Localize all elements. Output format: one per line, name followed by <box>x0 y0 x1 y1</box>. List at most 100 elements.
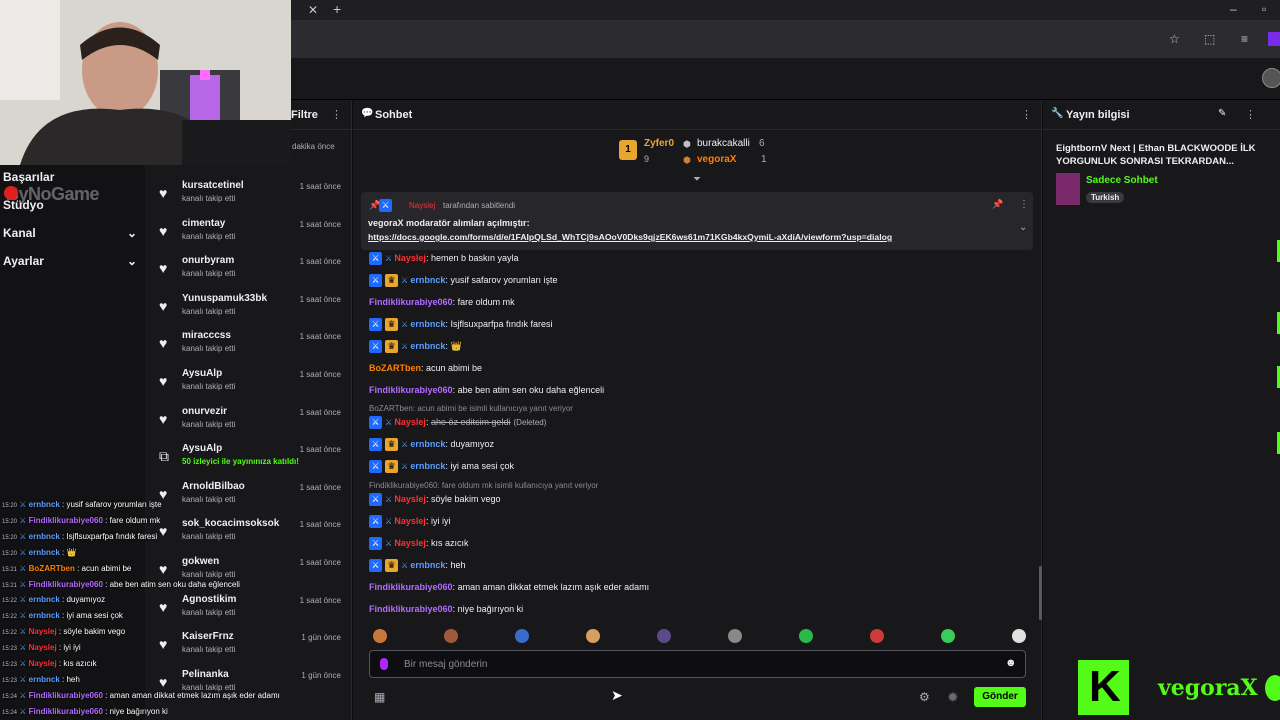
maximize-icon[interactable]: ▫ <box>1262 2 1266 16</box>
activity-item[interactable]: ♥ sok_kocacimsoksok kanalı takip etti 1 saa… <box>145 518 352 555</box>
bookmark-star-icon[interactable]: ☆ <box>1169 32 1180 46</box>
activity-username[interactable]: Yunuspamuk33bk <box>182 293 267 304</box>
more-options-icon[interactable]: ⋮ <box>331 108 342 121</box>
activity-item[interactable]: ♥ onurbyram kanalı takip etti 1 saat önce <box>145 255 352 292</box>
chat-message[interactable]: BoZARTben: acun abimi be <box>369 362 482 374</box>
chat-username[interactable]: ernbnck <box>410 560 445 570</box>
activity-item[interactable]: ♥ onurvezir kanalı takip etti 1 saat önce <box>145 406 352 443</box>
extensions-icon[interactable]: ⬚ <box>1204 32 1215 46</box>
emote-icon[interactable] <box>870 629 884 643</box>
activity-item[interactable]: ♥ Agnostikim kanalı takip etti 1 saat önce <box>145 594 352 631</box>
emote-icon[interactable] <box>586 629 600 643</box>
emote-icon[interactable] <box>657 629 671 643</box>
emote-icon[interactable] <box>799 629 813 643</box>
leaderboard-user[interactable]: vegoraX <box>697 154 736 165</box>
chat-message[interactable]: ⚔ ⚔ Nayslej: hemen b baskın yayla <box>369 252 519 266</box>
profile-icon[interactable] <box>1262 68 1280 88</box>
chat-message[interactable]: Findiklikurabiye060: niye bağırıyon ki <box>369 603 523 615</box>
chat-message[interactable]: ⚔ ♛ ⚔ ernbnck: yusif safarov yorumları işt… <box>369 274 557 288</box>
chat-username[interactable]: Nayslej <box>394 417 426 427</box>
chat-username[interactable]: Findiklikurabiye060 <box>369 604 453 614</box>
chat-username[interactable]: BoZARTben <box>369 363 421 373</box>
leaderboard-user[interactable]: Zyfer0 <box>644 138 674 149</box>
pinned-link[interactable]: https://docs.google.com/forms/d/e/1FAIpQ… <box>368 232 892 242</box>
filter-button[interactable]: Filtre <box>291 109 318 121</box>
activity-username[interactable]: cimentay <box>182 218 225 229</box>
chat-message[interactable]: ⚔ ⚔ Nayslej: kıs azıcık <box>369 537 468 551</box>
activity-username[interactable]: sok_kocacimsoksok <box>182 518 279 529</box>
send-button[interactable]: Gönder <box>974 687 1026 707</box>
activity-username[interactable]: KaiserFrnz <box>182 631 234 642</box>
chat-message[interactable]: Findiklikurabiye060: aman aman dikkat et… <box>369 581 649 593</box>
chat-username[interactable]: Nayslej <box>394 538 426 548</box>
chat-message[interactable]: ⚔ ⚔ Nayslej: ahe öz editcim geldi (Deleted… <box>369 416 546 430</box>
activity-username[interactable]: onurvezir <box>182 406 227 417</box>
gift-icon[interactable]: ▦ <box>374 690 385 704</box>
pinned-options-icon[interactable]: ⋮ <box>1019 199 1029 210</box>
activity-item[interactable]: ♥ Yunuspamuk33bk kanalı takip etti 1 saat ö… <box>145 293 352 330</box>
activity-item[interactable]: ♥ kursatcetinel kanalı takip etti 1 saat ön… <box>145 180 352 217</box>
microphone-icon[interactable] <box>380 658 388 670</box>
activity-item[interactable]: ♥ miracccss kanalı takip etti 1 saat önce <box>145 330 352 367</box>
chat-message[interactable]: ⚔ ♛ ⚔ ernbnck: heh <box>369 559 465 573</box>
new-tab-icon[interactable]: + <box>333 2 341 16</box>
emote-icon[interactable] <box>1012 629 1026 643</box>
nav-item-kanal[interactable]: Kanal ⌄ <box>3 226 137 240</box>
close-tab-icon[interactable]: ✕ <box>308 3 318 17</box>
activity-username[interactable]: ArnoldBilbao <box>182 481 245 492</box>
chat-message[interactable]: ⚔ ♛ ⚔ ernbnck: duyamıyoz <box>369 438 494 452</box>
extension-badge-icon[interactable] <box>1268 32 1280 46</box>
chat-username[interactable]: Findiklikurabiye060 <box>369 297 453 307</box>
activity-item[interactable]: ♥ cimentay kanalı takip etti 1 saat önce <box>145 218 352 255</box>
activity-username[interactable]: miracccss <box>182 330 231 341</box>
chat-username[interactable]: ernbnck <box>410 439 445 449</box>
chat-username[interactable]: Nayslej <box>394 494 426 504</box>
emote-icon[interactable] <box>373 629 387 643</box>
chat-username[interactable]: ernbnck <box>410 275 445 285</box>
activity-username[interactable]: kursatcetinel <box>182 180 244 191</box>
activity-item[interactable]: ⧉ AysuAlp 50 izleyici ile yayınınıza katıl… <box>145 443 352 480</box>
media-icon[interactable]: ≡ <box>1241 32 1248 46</box>
chat-message[interactable]: ⚔ ♛ ⚔ ernbnck: 👑 <box>369 340 462 354</box>
points-icon[interactable]: ✹ <box>947 689 959 706</box>
category-link[interactable]: Sadece Sohbet <box>1086 175 1158 186</box>
activity-item[interactable]: ♥ AysuAlp kanalı takip etti 1 saat önce <box>145 368 352 405</box>
chat-username[interactable]: ernbnck <box>410 341 445 351</box>
emote-icon[interactable] <box>728 629 742 643</box>
chat-input[interactable]: Bir mesaj gönderin ☻ <box>369 650 1026 678</box>
activity-username[interactable]: Agnostikim <box>182 594 236 605</box>
chat-scrollbar[interactable] <box>1039 566 1042 620</box>
minimize-icon[interactable]: – <box>1230 2 1237 16</box>
chat-message[interactable]: ⚔ ♛ ⚔ ernbnck: Isjflsuxparfpa fındık fares… <box>369 318 552 332</box>
activity-username[interactable]: gokwen <box>182 556 219 567</box>
activity-item[interactable]: ♥ ArnoldBilbao kanalı takip etti 1 saat önc… <box>145 481 352 518</box>
chat-username[interactable]: ernbnck <box>410 319 445 329</box>
activity-item[interactable]: ♥ KaiserFrnz kanalı takip etti 1 gün önce <box>145 631 352 668</box>
chat-message[interactable]: ⚔ ⚔ Nayslej: iyi iyi <box>369 515 450 529</box>
expand-leaderboard-icon[interactable]: ⏷ <box>693 174 701 185</box>
chat-message[interactable]: Findiklikurabiye060: abe ben atim sen ok… <box>369 384 604 396</box>
emote-icon[interactable] <box>515 629 529 643</box>
activity-username[interactable]: onurbyram <box>182 255 234 266</box>
chevron-down-icon[interactable]: ⌄ <box>1019 222 1027 233</box>
nav-item-basarilar[interactable]: Başarılar <box>3 170 137 184</box>
chat-username[interactable]: Findiklikurabiye060 <box>369 385 453 395</box>
chat-username[interactable]: Nayslej <box>394 516 426 526</box>
chat-username[interactable]: Nayslej <box>394 253 426 263</box>
activity-username[interactable]: AysuAlp <box>182 368 222 379</box>
emote-icon[interactable] <box>941 629 955 643</box>
activity-username[interactable]: Pelinanka <box>182 669 229 680</box>
tag-badge[interactable]: Turkish <box>1086 192 1125 203</box>
edit-pencil-icon[interactable]: ✎ <box>1218 108 1226 119</box>
chat-username[interactable]: ernbnck <box>410 461 445 471</box>
emote-icon[interactable] <box>444 629 458 643</box>
chat-message[interactable]: ⚔ ⚔ Nayslej: söyle bakim vego <box>369 493 501 507</box>
emoji-icon[interactable]: ☻ <box>1005 657 1017 669</box>
chat-username[interactable]: Findiklikurabiye060 <box>369 582 453 592</box>
unpin-icon[interactable]: 📌 <box>992 199 1003 210</box>
settings-gear-icon[interactable]: ⚙ <box>919 690 930 704</box>
nav-item-ayarlar[interactable]: Ayarlar ⌄ <box>3 254 137 268</box>
info-options-icon[interactable]: ⋮ <box>1245 108 1256 121</box>
pinned-by-user[interactable]: Nayslej <box>409 201 435 210</box>
chat-message[interactable]: Findiklikurabiye060: fare oldum mk <box>369 296 515 308</box>
